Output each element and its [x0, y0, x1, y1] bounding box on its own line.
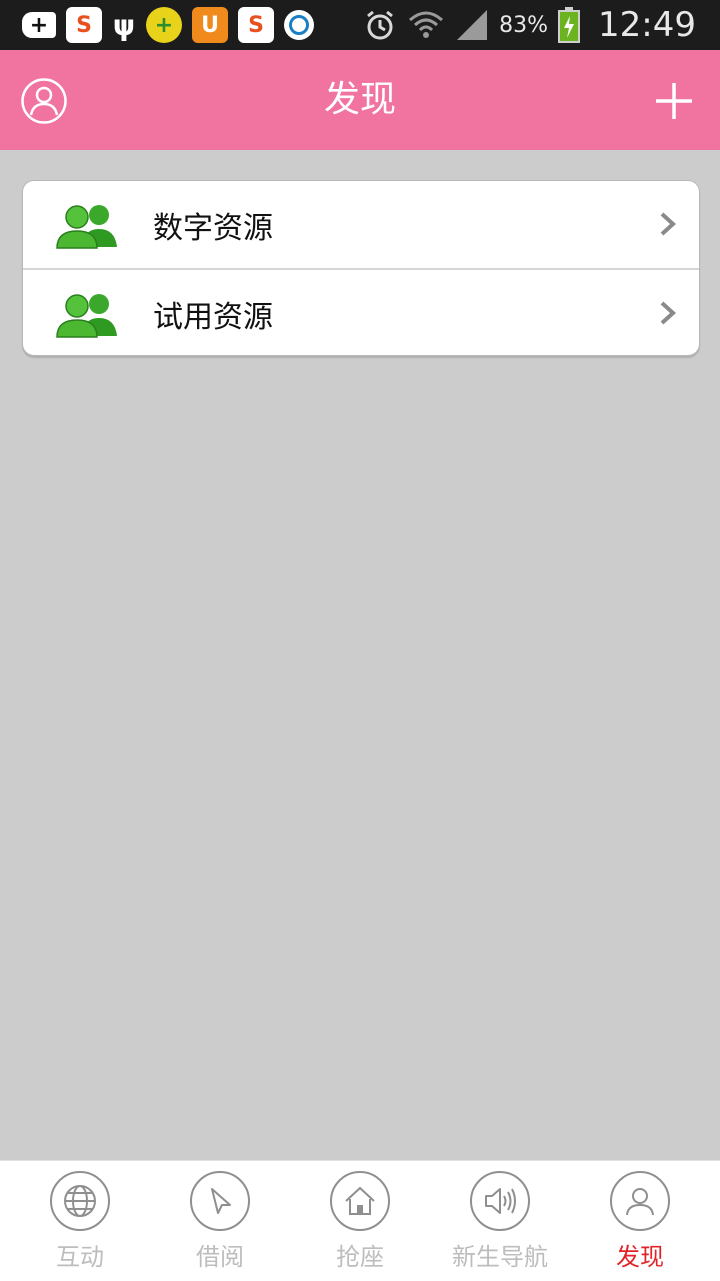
globe-icon: [50, 1171, 110, 1231]
tab-label: 发现: [616, 1243, 664, 1271]
uc-browser-icon: U: [192, 7, 228, 43]
bottom-nav: 互动 借阅 抢座 新生导航 发现: [0, 1160, 720, 1281]
battery-charging-icon: [558, 7, 581, 43]
tab-interaction[interactable]: 互动: [10, 1161, 150, 1281]
page-title: 发现: [323, 79, 396, 120]
add-icon[interactable]: [654, 81, 694, 121]
tab-label: 互动: [56, 1243, 104, 1271]
tab-freshman-guide[interactable]: 新生导航: [430, 1161, 570, 1281]
app-header: 发现: [0, 50, 720, 150]
chevron-right-icon: [660, 301, 676, 325]
discover-list: 数字资源 试用资源: [22, 180, 700, 356]
list-item-digital-resources[interactable]: 数字资源: [23, 181, 699, 268]
sogou-icon: S: [66, 7, 102, 43]
tab-borrow[interactable]: 借阅: [150, 1161, 290, 1281]
status-right: 83% 12:49: [363, 0, 696, 50]
add-notification-icon: +: [22, 12, 56, 38]
tab-seat[interactable]: 抢座: [290, 1161, 430, 1281]
chevron-right-icon: [660, 212, 676, 236]
tab-discover[interactable]: 发现: [570, 1161, 710, 1281]
clock: 12:49: [598, 5, 696, 45]
app-360-icon: +: [146, 7, 182, 43]
list-item-trial-resources[interactable]: 试用资源: [23, 268, 699, 355]
tab-label: 抢座: [336, 1243, 384, 1271]
person-icon: [610, 1171, 670, 1231]
notification-icons: + S ψ + U S: [22, 7, 314, 43]
list-item-label: 数字资源: [153, 211, 273, 246]
sogou-icon-2: S: [238, 7, 274, 43]
home-icon: [330, 1171, 390, 1231]
alarm-icon: [367, 10, 394, 40]
tab-label: 借阅: [196, 1243, 244, 1271]
cursor-arrow-icon: [190, 1171, 250, 1231]
tab-label: 新生导航: [452, 1243, 548, 1271]
status-bar: + S ψ + U S 83% 12:49: [0, 0, 720, 50]
list-item-label: 试用资源: [153, 300, 273, 335]
app-circle-icon: [284, 10, 314, 40]
speaker-icon: [470, 1171, 530, 1231]
usb-icon: ψ: [112, 8, 136, 42]
battery-percent: 83%: [499, 12, 549, 38]
users-icon: [56, 294, 117, 338]
users-icon: [56, 205, 117, 249]
signal-icon: [457, 10, 488, 40]
wifi-icon: [409, 11, 444, 38]
